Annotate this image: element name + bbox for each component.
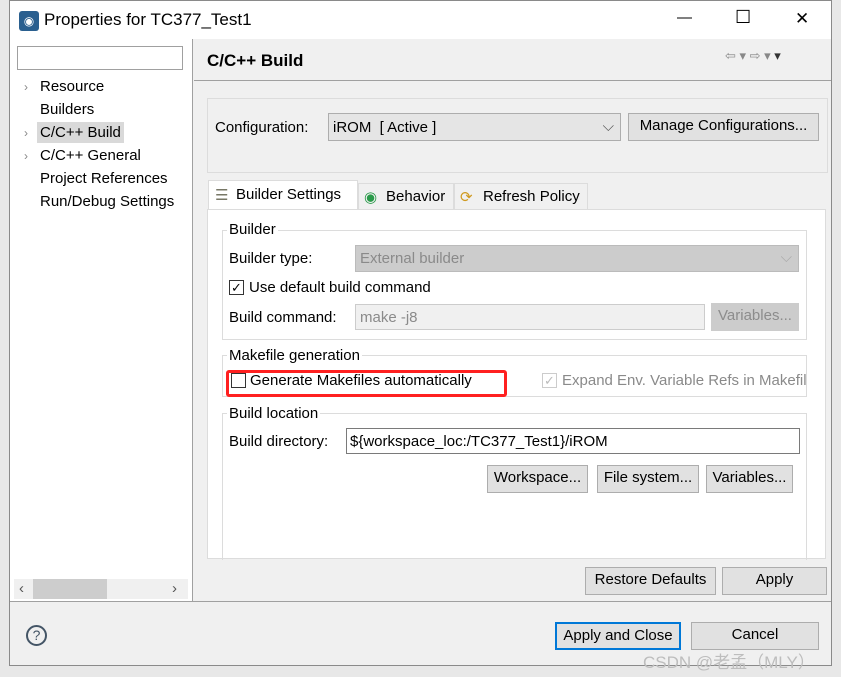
- sidebar-item-cpp-general[interactable]: C/C++ General: [40, 147, 141, 164]
- configuration-value: iROM [ Active ]: [333, 119, 437, 136]
- builder-group-label: Builder: [227, 221, 278, 238]
- filter-input[interactable]: [17, 46, 183, 70]
- generate-makefiles-label[interactable]: Generate Makefiles automatically: [250, 372, 472, 389]
- window-title: Properties for TC377_Test1: [44, 10, 252, 29]
- tab-content: Builder Builder type: External builder ⌵…: [207, 209, 826, 560]
- sidebar: › Resource Builders › C/C++ Build › C/C+…: [10, 39, 193, 601]
- properties-dialog: ◉ Properties for TC377_Test1 — ☐ ✕ › Res…: [9, 0, 832, 672]
- scroll-right-icon[interactable]: ›: [172, 580, 177, 597]
- builder-type-label: Builder type:: [229, 250, 313, 267]
- tab-behavior[interactable]: ◉ Behavior: [358, 183, 454, 210]
- manage-configurations-button[interactable]: Manage Configurations...: [628, 113, 819, 141]
- configuration-panel: Configuration: iROM [ Active ] ⌵ Manage …: [207, 98, 828, 173]
- page-title: C/C++ Build: [207, 51, 304, 70]
- chevron-down-icon: ⌵: [602, 118, 614, 135]
- app-icon: ◉: [19, 11, 39, 31]
- configuration-label: Configuration:: [215, 119, 309, 136]
- sidebar-item-run-debug[interactable]: Run/Debug Settings: [40, 193, 186, 210]
- minimize-button[interactable]: —: [677, 9, 692, 26]
- workspace-button[interactable]: Workspace...: [487, 465, 588, 493]
- build-command-input[interactable]: make -j8: [355, 304, 705, 330]
- list-icon: ☰: [215, 187, 229, 204]
- sidebar-item-project-references[interactable]: Project References: [40, 170, 168, 187]
- location-variables-button[interactable]: Variables...: [706, 465, 793, 493]
- tab-refresh-policy[interactable]: ⟳ Refresh Policy: [454, 183, 588, 210]
- help-icon[interactable]: ?: [26, 625, 47, 646]
- use-default-label[interactable]: Use default build command: [249, 279, 431, 296]
- scroll-left-icon[interactable]: ‹: [19, 580, 24, 597]
- location-group-label: Build location: [227, 405, 321, 422]
- sidebar-item-cpp-build[interactable]: C/C++ Build: [37, 122, 124, 143]
- restore-defaults-button[interactable]: Restore Defaults: [585, 567, 716, 595]
- refresh-icon: ⟳: [460, 189, 473, 206]
- watermark: CSDN @老孟（MLY）: [643, 653, 815, 672]
- chevron-right-icon[interactable]: ›: [24, 126, 28, 140]
- build-directory-value: ${workspace_loc:/TC377_Test1}/iROM: [350, 433, 608, 450]
- apply-and-close-button[interactable]: Apply and Close: [555, 622, 681, 650]
- tab-label: Refresh Policy: [483, 188, 580, 205]
- sidebar-item-resource[interactable]: Resource: [40, 78, 104, 95]
- nav-arrows[interactable]: ⇦ ▾ ⇨ ▾ ▾: [725, 48, 781, 64]
- scrollbar-thumb[interactable]: [33, 579, 107, 599]
- maximize-button[interactable]: ☐: [735, 7, 751, 28]
- chevron-right-icon[interactable]: ›: [24, 80, 28, 94]
- build-command-label: Build command:: [229, 309, 337, 326]
- apply-button[interactable]: Apply: [722, 567, 827, 595]
- tab-label: Builder Settings: [236, 186, 342, 203]
- expand-env-label[interactable]: Expand Env. Variable Refs in Makefil: [562, 372, 807, 389]
- build-directory-input[interactable]: ${workspace_loc:/TC377_Test1}/iROM: [346, 428, 800, 454]
- chevron-down-icon: ⌵: [780, 249, 792, 266]
- tab-builder-settings[interactable]: ☰ Builder Settings: [208, 180, 358, 210]
- tab-label: Behavior: [386, 188, 446, 205]
- close-button[interactable]: ✕: [795, 9, 809, 29]
- radio-icon: ◉: [364, 189, 378, 206]
- build-command-value: make -j8: [360, 309, 418, 326]
- expand-env-checkbox[interactable]: ✓: [542, 373, 557, 388]
- builder-type-value: External builder: [360, 250, 465, 267]
- cancel-button[interactable]: Cancel: [691, 622, 819, 650]
- footer-divider: [10, 601, 831, 602]
- use-default-checkbox[interactable]: ✓: [229, 280, 244, 295]
- build-directory-label: Build directory:: [229, 433, 329, 450]
- configuration-select[interactable]: iROM [ Active ] ⌵: [328, 113, 621, 141]
- file-system-button[interactable]: File system...: [597, 465, 699, 493]
- title-bar: ◉ Properties for TC377_Test1 — ☐ ✕: [10, 1, 831, 39]
- header-divider: [194, 80, 831, 81]
- chevron-right-icon[interactable]: ›: [24, 149, 28, 163]
- horizontal-scrollbar[interactable]: ‹ ›: [14, 579, 188, 599]
- builder-variables-button[interactable]: Variables...: [711, 303, 799, 331]
- generate-makefiles-checkbox[interactable]: [231, 373, 246, 388]
- makefile-group-label: Makefile generation: [227, 347, 362, 364]
- sidebar-item-builders[interactable]: Builders: [40, 101, 94, 118]
- builder-type-select[interactable]: External builder ⌵: [355, 245, 799, 272]
